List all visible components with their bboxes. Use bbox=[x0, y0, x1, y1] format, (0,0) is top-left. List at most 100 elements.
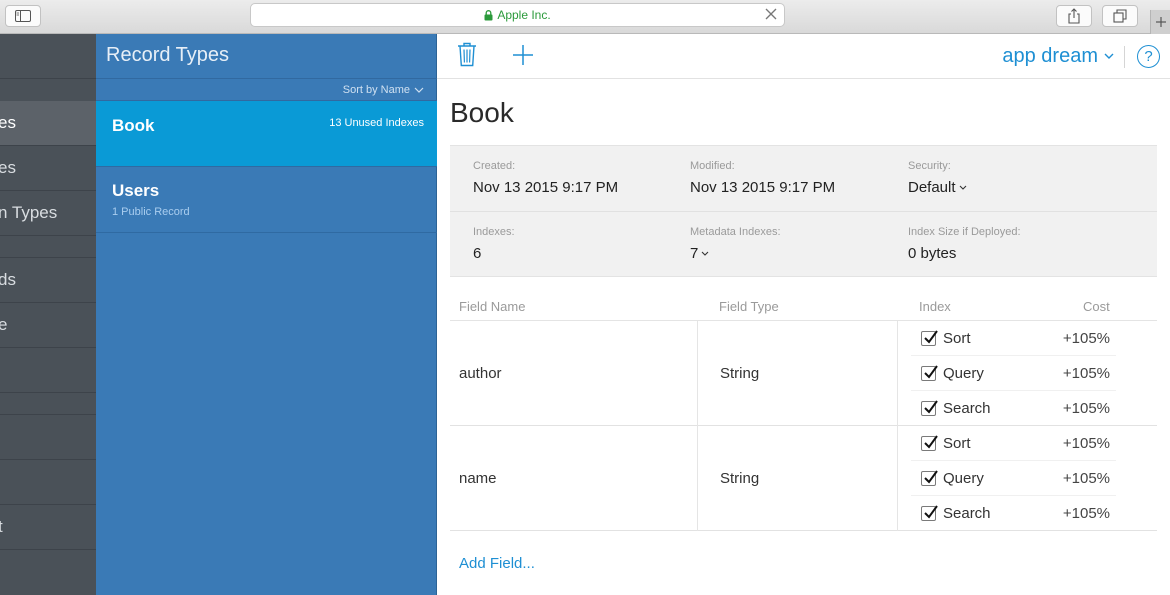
sidebar-header bbox=[0, 34, 96, 79]
add-record-type-button[interactable] bbox=[512, 44, 534, 66]
share-button[interactable] bbox=[1056, 5, 1092, 27]
metadata-indexes-value: 7 bbox=[690, 245, 699, 262]
sidebar-item-label: ds bbox=[0, 270, 16, 289]
column-divider bbox=[697, 426, 698, 531]
index-size-label: Index Size if Deployed: bbox=[908, 226, 1021, 238]
index-cost: +105% bbox=[1062, 364, 1110, 382]
checkmark-icon bbox=[924, 469, 938, 484]
metadata-divider bbox=[450, 211, 1157, 212]
modified-value: Nov 13 2015 9:17 PM bbox=[690, 179, 836, 196]
index-option-row: Sort +105% bbox=[911, 426, 1116, 461]
sidebar-item-7[interactable] bbox=[0, 415, 96, 460]
index-label: Sort bbox=[943, 329, 971, 347]
sidebar-item-label: n Types bbox=[0, 203, 58, 222]
checkmark-icon bbox=[924, 329, 938, 344]
index-label: Search bbox=[943, 505, 991, 522]
url-text: Apple Inc. bbox=[497, 8, 551, 22]
checkmark-icon bbox=[924, 434, 938, 449]
toolbar-divider bbox=[1124, 46, 1125, 68]
checkmark-icon bbox=[924, 364, 938, 379]
share-icon bbox=[1068, 8, 1080, 24]
sidebar-icon bbox=[15, 10, 31, 22]
index-option-row: Search +105% bbox=[911, 391, 1116, 426]
column-divider bbox=[897, 321, 898, 426]
checkmark-icon bbox=[924, 400, 938, 414]
metadata-indexes-dropdown[interactable]: 7 bbox=[690, 245, 709, 262]
chevron-down-icon bbox=[701, 251, 709, 256]
sidebar-item-2[interactable]: es bbox=[0, 146, 96, 191]
add-field-link[interactable]: Add Field... bbox=[459, 555, 535, 572]
search-checkbox[interactable] bbox=[921, 400, 938, 416]
close-icon[interactable] bbox=[764, 7, 778, 21]
index-label: Sort bbox=[943, 434, 971, 452]
sidebar-item-label: t bbox=[0, 517, 3, 537]
plus-icon bbox=[513, 45, 533, 65]
delete-button[interactable] bbox=[457, 42, 477, 67]
sidebar-item-record-types[interactable]: es bbox=[0, 101, 96, 146]
column-header-field-name: Field Name bbox=[459, 299, 526, 314]
metadata-indexes-label: Metadata Indexes: bbox=[690, 226, 781, 238]
index-label: Query bbox=[943, 364, 984, 382]
security-dropdown[interactable]: Default bbox=[908, 179, 967, 196]
modified-label: Modified: bbox=[690, 160, 735, 172]
sidebar-item-6[interactable] bbox=[0, 348, 96, 393]
checkmark-icon bbox=[924, 505, 938, 519]
created-label: Created: bbox=[473, 160, 516, 172]
record-count: 1 Public Record bbox=[112, 206, 190, 218]
field-type: String bbox=[720, 365, 760, 382]
index-label: Query bbox=[943, 469, 984, 487]
sidebar-toggle-button[interactable] bbox=[5, 5, 41, 27]
column-divider bbox=[697, 321, 698, 426]
plus-icon bbox=[1155, 17, 1166, 27]
sidebar-item-5[interactable]: e bbox=[0, 303, 96, 348]
field-name[interactable]: name bbox=[459, 470, 497, 487]
column-header-index: Index bbox=[919, 299, 951, 314]
index-option-row: Query +105% bbox=[911, 356, 1116, 391]
record-type-item-book[interactable]: Book 13 Unused Indexes bbox=[96, 101, 437, 167]
new-tab-button[interactable] bbox=[1150, 10, 1170, 34]
sidebar-item-9[interactable]: t bbox=[0, 505, 96, 550]
column-header-field-type: Field Type bbox=[719, 299, 779, 314]
trash-icon bbox=[458, 42, 476, 67]
query-checkbox[interactable] bbox=[921, 364, 938, 381]
sidebar-item-4[interactable]: ds bbox=[0, 258, 96, 303]
column-divider bbox=[897, 426, 898, 531]
sort-label: Sort by Name bbox=[342, 84, 410, 96]
sidebar-item-3[interactable]: n Types bbox=[0, 191, 96, 236]
address-bar[interactable]: Apple Inc. bbox=[250, 3, 785, 27]
sidebar-item-label: es bbox=[0, 158, 16, 177]
field-type: String bbox=[720, 470, 760, 487]
sidebar-item-label: es bbox=[0, 113, 16, 132]
container-selector[interactable]: app dream bbox=[1002, 45, 1114, 68]
unused-indexes-badge: 13 Unused Indexes bbox=[329, 117, 424, 129]
help-button[interactable]: ? bbox=[1137, 45, 1160, 68]
security-value: Default bbox=[908, 179, 956, 196]
sidebar-section-gap bbox=[0, 236, 96, 258]
sort-dropdown[interactable]: Sort by Name bbox=[343, 84, 424, 96]
sort-checkbox[interactable] bbox=[921, 329, 938, 346]
tabs-overview-button[interactable] bbox=[1102, 5, 1138, 27]
index-option-row: Search +105% bbox=[911, 496, 1116, 531]
created-value: Nov 13 2015 9:17 PM bbox=[473, 179, 619, 196]
table-row: author String Sort +105% Query +105% Sea… bbox=[450, 321, 1157, 426]
index-cost: +105% bbox=[1062, 505, 1110, 522]
sidebar-item-8[interactable] bbox=[0, 460, 96, 505]
sort-bar: Sort by Name bbox=[96, 78, 437, 101]
app-sidebar: es es n Types ds e t bbox=[0, 34, 96, 595]
field-name[interactable]: author bbox=[459, 365, 502, 382]
chevron-down-icon bbox=[414, 87, 424, 93]
index-size-value: 0 bytes bbox=[908, 245, 957, 262]
search-checkbox[interactable] bbox=[921, 505, 938, 521]
record-metadata: Created: Nov 13 2015 9:17 PM Modified: N… bbox=[450, 145, 1157, 277]
sort-checkbox[interactable] bbox=[921, 434, 938, 451]
container-name: app dream bbox=[1002, 45, 1098, 67]
tabs-icon bbox=[1113, 9, 1127, 23]
sidebar-item-label: e bbox=[0, 315, 7, 335]
index-label: Search bbox=[943, 400, 991, 417]
column-header-cost: Cost bbox=[1083, 299, 1110, 314]
indexes-value: 6 bbox=[473, 245, 482, 262]
query-checkbox[interactable] bbox=[921, 469, 938, 486]
record-detail: app dream ? Book Created: Nov 13 2015 9:… bbox=[437, 34, 1170, 595]
detail-toolbar: app dream ? bbox=[437, 34, 1170, 79]
record-type-item-users[interactable]: Users 1 Public Record bbox=[96, 167, 437, 233]
